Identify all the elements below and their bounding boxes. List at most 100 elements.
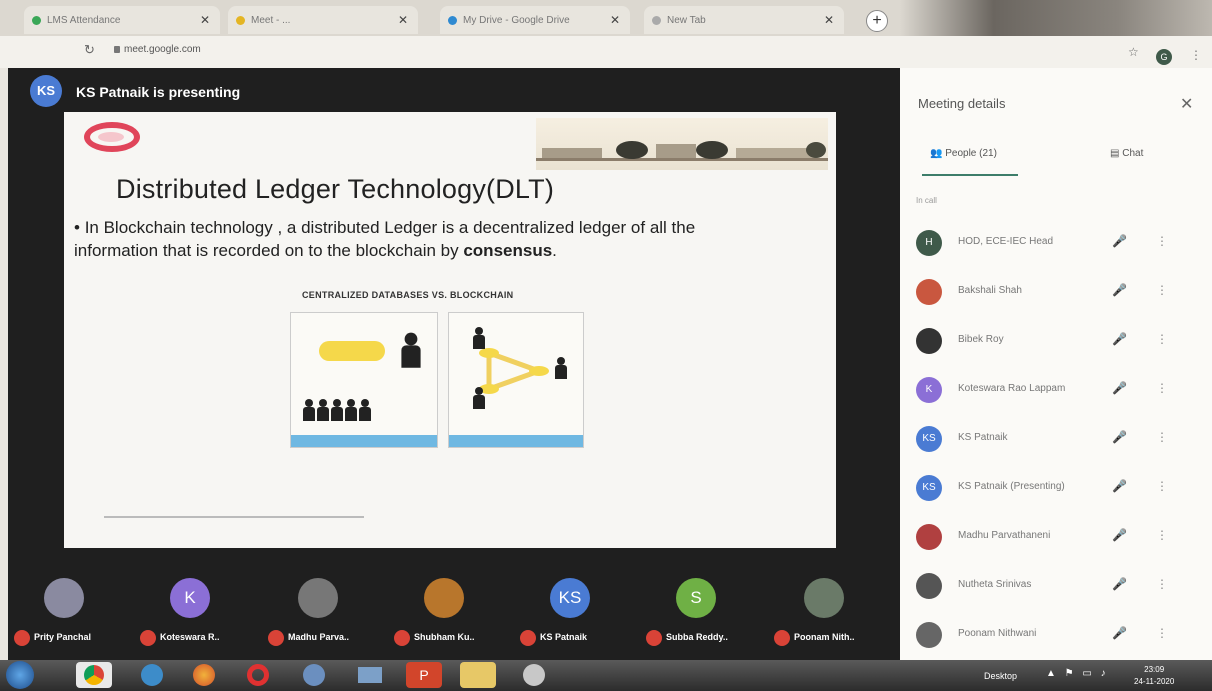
college-logo xyxy=(84,122,140,152)
person-icon xyxy=(331,399,343,421)
participant-row[interactable]: KS KS Patnaik 🎤 ⋮ xyxy=(900,416,1212,464)
browser-tab[interactable]: New Tab ✕ xyxy=(644,6,844,34)
mic-muted-icon[interactable]: 🎤 xyxy=(1112,577,1127,591)
participant-row[interactable]: Bakshali Shah 🎤 ⋮ xyxy=(900,269,1212,317)
participant-tile[interactable]: Shubham Ku.. xyxy=(390,572,502,656)
start-button[interactable] xyxy=(6,661,34,689)
more-options-icon[interactable]: ⋮ xyxy=(1156,577,1168,591)
participant-tile[interactable]: KS KS Patnaik xyxy=(516,572,628,656)
mic-muted-icon xyxy=(646,630,662,646)
firefox-icon[interactable] xyxy=(186,662,222,688)
tab-favicon-icon xyxy=(448,15,457,25)
tab-people[interactable]: 👥 People (21) xyxy=(930,148,997,159)
participant-tile[interactable]: Madhu Parva.. xyxy=(264,572,376,656)
participant-row[interactable]: Madhu Parvathaneni 🎤 ⋮ xyxy=(900,514,1212,562)
tab-label: New Tab xyxy=(667,14,706,26)
centralized-database-panel xyxy=(290,312,438,448)
campus-illustration xyxy=(536,141,828,161)
participant-row[interactable]: Bibek Roy 🎤 ⋮ xyxy=(900,318,1212,366)
participant-tile[interactable]: K Koteswara R.. xyxy=(136,572,248,656)
participant-row[interactable]: K Koteswara Rao Lappam 🎤 ⋮ xyxy=(900,367,1212,415)
mic-muted-icon[interactable]: 🎤 xyxy=(1112,528,1127,542)
mic-muted-icon[interactable]: 🎤 xyxy=(1112,332,1127,346)
participant-avatar xyxy=(424,578,464,618)
profile-avatar[interactable]: G xyxy=(1156,49,1172,65)
desktop-toolbar-label[interactable]: Desktop xyxy=(984,671,1017,681)
person-icon xyxy=(303,399,315,421)
mic-muted-icon xyxy=(268,630,284,646)
participant-tile[interactable]: Poonam Nith.. xyxy=(770,572,882,656)
participant-avatar: KS xyxy=(550,578,590,618)
people-icon: 👥 xyxy=(930,148,946,159)
media-player-icon[interactable] xyxy=(296,662,332,688)
close-tab-icon[interactable]: ✕ xyxy=(398,13,408,27)
close-tab-icon[interactable]: ✕ xyxy=(200,13,210,27)
system-tray-icons[interactable]: ▲ ⚑ ▭ ♪ xyxy=(1046,668,1109,679)
shared-slide: Distributed Ledger Technology(DLT) • In … xyxy=(64,112,836,548)
close-tab-icon[interactable]: ✕ xyxy=(824,13,834,27)
browser-tab[interactable]: LMS Attendance ✕ xyxy=(24,6,220,34)
opera-icon[interactable] xyxy=(240,662,276,688)
lock-icon[interactable] xyxy=(114,46,120,53)
participant-tile[interactable]: Prity Panchal xyxy=(10,572,122,656)
person-icon xyxy=(359,399,371,421)
person-icon xyxy=(401,332,421,368)
mic-muted-icon[interactable]: 🎤 xyxy=(1112,626,1127,640)
slide-title: Distributed Ledger Technology(DLT) xyxy=(116,174,555,204)
mic-muted-icon[interactable]: 🎤 xyxy=(1112,234,1127,248)
mic-muted-icon xyxy=(14,630,30,646)
slide-bullet: • In Blockchain technology , a distribut… xyxy=(74,218,696,260)
tab-active-indicator xyxy=(922,174,1018,176)
url-field[interactable]: meet.google.com xyxy=(124,44,201,55)
taskbar-clock[interactable]: 23:09 24-11-2020 xyxy=(1134,664,1174,688)
participant-name: Koteswara Rao Lappam xyxy=(958,383,1066,394)
browser-tab[interactable]: Meet - ... ✕ xyxy=(228,6,418,34)
network-icon[interactable] xyxy=(352,662,388,688)
more-options-icon[interactable]: ⋮ xyxy=(1156,479,1168,493)
tab-favicon-icon xyxy=(236,15,245,25)
close-icon[interactable]: ✕ xyxy=(1180,94,1193,114)
participant-row[interactable]: KS KS Patnaik (Presenting) 🎤 ⋮ xyxy=(900,465,1212,513)
participant-tile[interactable]: S Subba Reddy.. xyxy=(642,572,754,656)
slide-source-line xyxy=(104,516,364,518)
close-tab-icon[interactable]: ✕ xyxy=(610,13,620,27)
participant-avatar xyxy=(916,622,942,648)
browser-menu-icon[interactable]: ⋮ xyxy=(1190,48,1202,62)
more-options-icon[interactable]: ⋮ xyxy=(1156,234,1168,248)
mic-muted-icon[interactable]: 🎤 xyxy=(1112,430,1127,444)
bookmark-star-icon[interactable]: ☆ xyxy=(1128,45,1139,59)
more-options-icon[interactable]: ⋮ xyxy=(1156,528,1168,542)
more-options-icon[interactable]: ⋮ xyxy=(1156,381,1168,395)
app-icon[interactable] xyxy=(134,662,170,688)
presenter-avatar: KS xyxy=(30,75,62,107)
participant-name: Poonam Nith.. xyxy=(794,632,855,642)
clock-time: 23:09 xyxy=(1144,665,1165,674)
bullet-text: In Blockchain technology , a distributed… xyxy=(74,218,696,260)
participant-row[interactable]: H HOD, ECE-IEC Head 🎤 ⋮ xyxy=(900,220,1212,268)
more-options-icon[interactable]: ⋮ xyxy=(1156,626,1168,640)
reload-icon[interactable]: ↻ xyxy=(84,42,95,58)
mic-muted-icon[interactable]: 🎤 xyxy=(1112,479,1127,493)
powerpoint-icon[interactable]: P xyxy=(406,662,442,688)
paint-icon[interactable] xyxy=(516,662,552,688)
mic-muted-icon[interactable]: 🎤 xyxy=(1112,283,1127,297)
more-options-icon[interactable]: ⋮ xyxy=(1156,332,1168,346)
file-explorer-icon[interactable] xyxy=(460,662,496,688)
new-tab-button[interactable]: + xyxy=(866,10,888,32)
more-options-icon[interactable]: ⋮ xyxy=(1156,283,1168,297)
participant-avatar xyxy=(298,578,338,618)
participant-name: HOD, ECE-IEC Head xyxy=(958,236,1054,247)
more-options-icon[interactable]: ⋮ xyxy=(1156,430,1168,444)
browser-tab[interactable]: My Drive - Google Drive ✕ xyxy=(440,6,630,34)
tab-chat[interactable]: ▤ Chat xyxy=(1110,148,1143,159)
participant-name: Prity Panchal xyxy=(34,632,92,642)
mic-muted-icon[interactable]: 🎤 xyxy=(1112,381,1127,395)
tab-bar-edge xyxy=(900,0,1212,36)
chrome-icon[interactable] xyxy=(76,662,112,688)
participant-avatar xyxy=(916,279,942,305)
participant-row[interactable]: Poonam Nithwani 🎤 ⋮ xyxy=(900,612,1212,660)
participant-row[interactable]: Nutheta Srinivas 🎤 ⋮ xyxy=(900,563,1212,611)
central-database-shape xyxy=(319,341,385,361)
person-icon xyxy=(473,327,485,349)
presenting-banner: KS Patnaik is presenting xyxy=(76,84,241,100)
